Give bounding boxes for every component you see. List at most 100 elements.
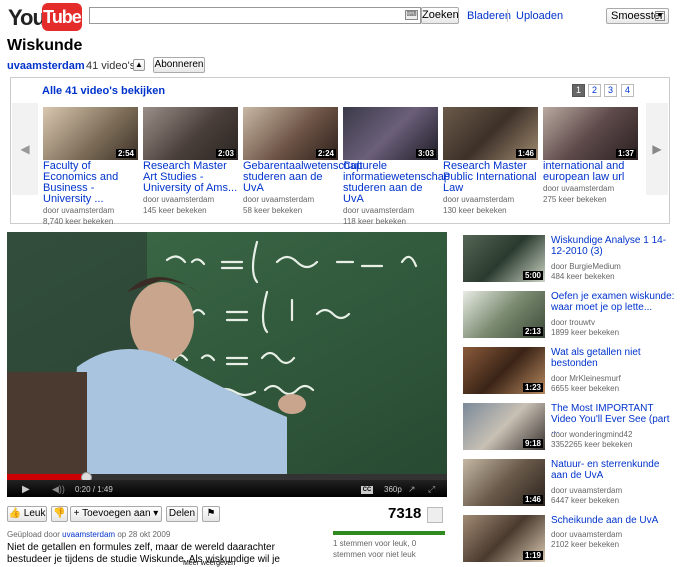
- search-button[interactable]: Zoeken: [421, 7, 459, 24]
- like-label: Leuk: [23, 508, 46, 519]
- video-title[interactable]: Wat als getallen niet bestonden: [551, 347, 676, 369]
- page-button-1[interactable]: 1: [572, 84, 585, 97]
- video-title[interactable]: Wiskundige Analyse 1 14-12-2010 (3): [551, 235, 676, 257]
- page-title: Wiskunde: [7, 37, 83, 54]
- playlist-title[interactable]: Alle 41 video's bekijken: [42, 85, 165, 97]
- playlist-video[interactable]: 1:37 international and european law url …: [543, 107, 638, 205]
- video-views: 275 keer bekeken: [543, 195, 607, 204]
- add-to-label: Toevoegen aan: [82, 508, 151, 519]
- browse-link[interactable]: Bladeren: [467, 10, 511, 22]
- video-views: 118 keer bekeken: [343, 217, 407, 226]
- video-title[interactable]: international and european law url: [543, 161, 638, 183]
- chevron-down-icon: ▼: [655, 11, 665, 21]
- video-duration: 1:23: [522, 383, 543, 392]
- video-title[interactable]: Culturele informatiewetenschap studeren …: [343, 161, 450, 205]
- playlist-video[interactable]: 2:03 Research Master Art Studies - Unive…: [143, 107, 238, 216]
- video-duration: 1:19: [522, 551, 543, 560]
- channel-link[interactable]: uvaamsterdam: [7, 60, 85, 72]
- video-views: 6447 keer bekeken: [551, 496, 620, 505]
- view-count: 7318: [388, 505, 422, 522]
- like-stats: 1 stemmen voor leuk, 0 stemmen voor niet…: [333, 539, 417, 559]
- header-divider: [507, 9, 508, 22]
- dislike-button[interactable]: 👎: [51, 506, 68, 522]
- video-duration: 2:13: [522, 327, 543, 336]
- video-title[interactable]: Research Master Public International Law: [443, 161, 538, 194]
- chevron-left-icon[interactable]: ◀: [12, 103, 38, 195]
- page-button-2[interactable]: 2: [588, 84, 601, 97]
- logo-you-text: You: [8, 5, 46, 30]
- logo-tube-text: Tube: [42, 3, 82, 31]
- video-thumbnail[interactable]: 1:46: [463, 459, 545, 506]
- user-menu-button[interactable]: Smoesster ▼: [606, 8, 669, 24]
- video-author: door uvaamsterdam: [143, 195, 215, 204]
- video-title[interactable]: Gebarentaalwetenschap studeren aan de Uv…: [243, 161, 362, 194]
- upload-date: op 28 okt 2009: [117, 530, 171, 539]
- volume-icon[interactable]: ◀)): [52, 484, 65, 495]
- video-frame[interactable]: [7, 232, 447, 474]
- upload-link[interactable]: Uploaden: [516, 10, 563, 22]
- search-input[interactable]: [89, 7, 421, 24]
- playlist-video[interactable]: 1:46 Research Master Public Internationa…: [443, 107, 538, 216]
- video-thumbnail[interactable]: 2:54: [43, 107, 138, 160]
- video-thumbnail[interactable]: 2:03: [143, 107, 238, 160]
- video-thumbnail[interactable]: 2:24: [243, 107, 338, 160]
- popout-icon[interactable]: ↗: [408, 484, 416, 495]
- video-title[interactable]: Faculty of Economics and Business - Univ…: [43, 161, 138, 205]
- video-duration: 2:54: [115, 149, 136, 158]
- video-thumbnail[interactable]: 1:23: [463, 347, 545, 394]
- video-views: 484 keer bekeken: [551, 272, 615, 281]
- playlist-video[interactable]: 3:03 Culturele informatiewetenschap stud…: [343, 107, 450, 227]
- thumbs-down-icon: 👎: [53, 508, 66, 519]
- video-thumbnail[interactable]: 1:46: [443, 107, 538, 160]
- youtube-logo[interactable]: You Tube: [8, 3, 82, 31]
- quality-button[interactable]: 360p: [384, 485, 402, 494]
- video-duration: 9:18: [522, 439, 543, 448]
- share-button[interactable]: Delen: [166, 506, 198, 522]
- video-author: door uvaamsterdam: [43, 206, 115, 215]
- like-button[interactable]: 👍 Leuk: [7, 506, 47, 522]
- playlist-video[interactable]: 2:54 Faculty of Economics and Business -…: [43, 107, 138, 227]
- video-thumbnail[interactable]: 1:37: [543, 107, 638, 160]
- video-views: 6655 keer bekeken: [551, 384, 620, 393]
- page-button-3[interactable]: 3: [604, 84, 617, 97]
- video-title[interactable]: Scheikunde aan de UvA: [551, 515, 676, 526]
- video-thumbnail[interactable]: 5:00: [463, 235, 545, 282]
- thumbs-up-icon: 👍: [8, 508, 21, 519]
- flag-button[interactable]: ⚑: [202, 506, 220, 522]
- show-more-button[interactable]: Meer weergeven: [183, 560, 235, 567]
- video-views: 58 keer bekeken: [243, 206, 303, 215]
- video-thumbnail[interactable]: 9:18: [463, 403, 545, 450]
- subscribe-button[interactable]: Abonneren: [153, 57, 205, 73]
- chevron-right-icon[interactable]: ▶: [646, 103, 668, 195]
- video-author: door uvaamsterdam: [343, 206, 415, 215]
- video-views: 145 keer bekeken: [143, 206, 207, 215]
- chevron-down-icon: ▾: [153, 508, 159, 519]
- plus-icon: +: [73, 508, 80, 519]
- chevron-up-icon[interactable]: ▲: [133, 59, 145, 71]
- stats-icon[interactable]: [427, 507, 443, 523]
- video-thumbnail[interactable]: 2:13: [463, 291, 545, 338]
- video-duration: 2:24: [315, 149, 336, 158]
- keyboard-icon[interactable]: ⌨: [405, 10, 418, 20]
- playlist-video[interactable]: 2:24 Gebarentaalwetenschap studeren aan …: [243, 107, 362, 216]
- captions-button[interactable]: CC: [361, 486, 373, 494]
- video-duration: 1:37: [615, 149, 636, 158]
- like-ratio-bar: [333, 531, 445, 535]
- player-controls: [7, 480, 447, 497]
- uploader-link[interactable]: uvaamsterdam: [62, 530, 115, 539]
- video-thumbnail[interactable]: 3:03: [343, 107, 438, 160]
- video-count: 41 video's: [86, 60, 136, 72]
- video-views: 130 keer bekeken: [443, 206, 507, 215]
- video-title[interactable]: Research Master Art Studies - University…: [143, 161, 238, 194]
- video-title[interactable]: Oefen je examen wiskunde: waar moet je o…: [551, 291, 676, 313]
- video-title[interactable]: Natuur- en sterrenkunde aan de UvA: [551, 459, 676, 481]
- play-icon[interactable]: ▶: [22, 484, 30, 495]
- flag-icon: ⚑: [206, 508, 216, 519]
- video-thumbnail[interactable]: 1:19: [463, 515, 545, 562]
- add-to-button[interactable]: + Toevoegen aan ▾: [70, 506, 162, 522]
- fullscreen-icon[interactable]: ⤢: [428, 484, 435, 495]
- video-views: 1899 keer bekeken: [551, 328, 620, 337]
- page-button-4[interactable]: 4: [621, 84, 634, 97]
- video-duration: 2:03: [215, 149, 236, 158]
- video-description: Niet de getallen en formules zelf, maar …: [7, 542, 280, 565]
